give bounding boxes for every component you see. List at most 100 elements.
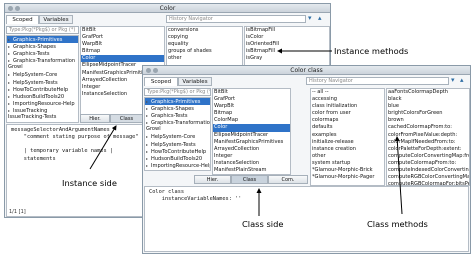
- method-item[interactable]: colorPaletteForDepth:extent:: [387, 146, 469, 153]
- class-item[interactable]: Integer: [213, 153, 290, 160]
- class-item[interactable]: ManifestPlainStream: [213, 167, 290, 174]
- package-item[interactable]: Growl: [7, 64, 78, 71]
- package-item[interactable]: IssueTracking-Tests: [7, 114, 78, 121]
- protocol-item[interactable]: defaults: [311, 124, 384, 131]
- package-item[interactable]: ▸ Graphics-Primitives: [7, 36, 78, 44]
- tab-variables[interactable]: Variables: [178, 77, 212, 86]
- package-item[interactable]: ▸ HudsonBuildTools20: [7, 93, 78, 100]
- class-item[interactable]: ManifestGraphicsPrimitives: [213, 139, 290, 146]
- class-side-toggle[interactable]: Class: [231, 175, 268, 184]
- class-item[interactable]: WarpBlt: [213, 103, 290, 110]
- method-list[interactable]: aaFontsColormapDepth black blue brightColor…: [386, 88, 470, 186]
- package-item[interactable]: ▸ HelpSystem-Tests: [7, 79, 78, 86]
- go-back-icon[interactable]: ▴: [460, 76, 464, 84]
- package-item[interactable]: ▸ Graphics-Primitives: [145, 98, 210, 106]
- tab-scoped[interactable]: Scoped: [144, 77, 178, 86]
- package-item[interactable]: ▸ Graphics-Transformation: [145, 119, 210, 126]
- class-item[interactable]: ArrayedCollection: [213, 146, 290, 153]
- method-item[interactable]: blue: [387, 103, 469, 110]
- go-forward-icon[interactable]: ▾: [308, 14, 312, 22]
- package-item[interactable]: ▸ HowToContributeHelp: [145, 148, 210, 155]
- protocol-item[interactable]: copying: [167, 34, 242, 41]
- method-source-editor[interactable]: messageSelectorAndArgumentNames "comment…: [6, 124, 145, 217]
- class-item[interactable]: Bitmap: [213, 110, 290, 117]
- class-item[interactable]: GrafPort: [81, 34, 164, 41]
- protocol-list[interactable]: -- all -- accessing class initialization co…: [310, 88, 385, 186]
- class-item[interactable]: ColorMap: [213, 117, 290, 124]
- method-list[interactable]: isBitmapFill isColor isOrientedFill isBitma…: [244, 26, 330, 67]
- method-item[interactable]: aaFontsColormapDepth: [387, 89, 469, 96]
- package-item[interactable]: ▸ ImportingResource-Help: [7, 100, 78, 107]
- title-bar[interactable]: Color: [5, 4, 330, 13]
- class-list[interactable]: BitBlt GrafPort WarpBlt Bitmap ColorMap Color…: [212, 88, 291, 175]
- package-filter-input[interactable]: Type:Pkg(*Pkg$) or Pkg (*): [144, 88, 211, 96]
- method-item[interactable]: isColor: [245, 34, 329, 41]
- package-item[interactable]: ▸ Graphics-Shapes: [7, 43, 78, 50]
- protocol-item[interactable]: initialize-release: [311, 139, 384, 146]
- class-item[interactable]: GrafPort: [213, 96, 290, 103]
- method-item[interactable]: isGray: [245, 55, 329, 62]
- protocol-item[interactable]: instance creation: [311, 146, 384, 153]
- tab-variables[interactable]: Variables: [39, 15, 73, 24]
- hierarchy-button[interactable]: Hier.: [80, 114, 110, 123]
- protocol-item[interactable]: -- all --: [311, 89, 384, 96]
- package-list[interactable]: ▸ Graphics-Primitives ▸ Graphics-Shapes ▸ Gra…: [6, 35, 79, 123]
- class-item[interactable]: EllipseMidpointTracer: [213, 132, 290, 139]
- package-item[interactable]: ▸ Graphics-Tests: [145, 112, 210, 119]
- protocol-item[interactable]: other: [167, 55, 242, 62]
- package-item[interactable]: ▸IssueTracking: [145, 169, 210, 171]
- tab-scoped[interactable]: Scoped: [6, 15, 39, 24]
- method-item[interactable]: brightColorsForGreen: [387, 110, 469, 117]
- protocol-list[interactable]: conversions copying equality groups of shad…: [166, 26, 243, 67]
- protocol-item[interactable]: accessing: [311, 96, 384, 103]
- package-item[interactable]: ▸ HelpSystem-Core: [7, 71, 78, 78]
- package-item[interactable]: ▸ HudsonBuildTools20: [145, 155, 210, 162]
- package-item[interactable]: ▸ ImportingResource-Help: [145, 162, 210, 169]
- history-navigator-input[interactable]: History Navigator: [166, 15, 306, 23]
- protocol-item[interactable]: conversions: [167, 27, 242, 34]
- protocol-item[interactable]: examples: [311, 132, 384, 139]
- method-item[interactable]: brown: [387, 117, 469, 124]
- package-item[interactable]: Growl: [145, 126, 210, 133]
- class-item[interactable]: BitBlt: [81, 27, 164, 34]
- package-item[interactable]: ▸ Graphics-Tests: [7, 50, 78, 57]
- comment-button[interactable]: Com.: [268, 175, 308, 184]
- class-item[interactable]: Color: [81, 55, 164, 63]
- history-navigator-input[interactable]: History Navigator: [306, 77, 449, 85]
- method-item[interactable]: isBitmapFill: [245, 48, 329, 55]
- package-item[interactable]: ▸IssueTracking: [7, 107, 78, 114]
- method-item[interactable]: colorFromPixelValue:depth:: [387, 132, 469, 139]
- method-item[interactable]: computeColorConvertingMap:from:: [387, 153, 469, 160]
- method-item[interactable]: computeIndexedColorConvertingMap: [387, 167, 469, 174]
- class-item[interactable]: InstanceSelection: [213, 160, 290, 167]
- protocol-item[interactable]: colormaps: [311, 117, 384, 124]
- class-item[interactable]: Bitmap: [81, 48, 164, 55]
- package-list[interactable]: ▸ Graphics-Primitives ▸ Graphics-Shapes ▸ Gra…: [144, 97, 211, 171]
- method-item[interactable]: computeColormapFrom:to:: [387, 160, 469, 167]
- class-item[interactable]: WarpBlt: [81, 41, 164, 48]
- protocol-item[interactable]: *Glamour-Morphic-Brick: [311, 167, 384, 174]
- method-item[interactable]: isBitmapFill: [245, 27, 329, 34]
- method-item[interactable]: computeRGBColorConvertingMap:to:: [387, 174, 469, 181]
- title-bar[interactable]: Color class: [143, 66, 470, 75]
- package-item[interactable]: ▸ HowToContributeHelp: [7, 86, 78, 93]
- protocol-item[interactable]: equality: [167, 41, 242, 48]
- package-filter-input[interactable]: Type:Pkg(*Pkg$) or Pkg (*): [6, 26, 79, 34]
- package-item[interactable]: ▸ HelpSystem-Core: [145, 133, 210, 140]
- protocol-item[interactable]: class initialization: [311, 103, 384, 110]
- protocol-item[interactable]: groups of shades: [167, 48, 242, 55]
- go-back-icon[interactable]: ▴: [318, 14, 322, 22]
- class-item[interactable]: Color: [213, 124, 290, 132]
- protocol-item[interactable]: *Glamour-Morphic-Pager: [311, 174, 384, 181]
- protocol-item[interactable]: system startup: [311, 160, 384, 167]
- package-item[interactable]: ▸ Graphics-Transformation: [7, 57, 78, 64]
- class-item[interactable]: BitBlt: [213, 89, 290, 96]
- hierarchy-button[interactable]: Hier.: [194, 175, 231, 184]
- protocol-item[interactable]: other: [311, 153, 384, 160]
- method-item[interactable]: cachedColormapFrom:to:: [387, 124, 469, 131]
- method-item[interactable]: black: [387, 96, 469, 103]
- package-item[interactable]: ▸ HelpSystem-Tests: [145, 141, 210, 148]
- go-forward-icon[interactable]: ▾: [451, 76, 455, 84]
- protocol-item[interactable]: color from user: [311, 110, 384, 117]
- method-item[interactable]: isOrientedFill: [245, 41, 329, 48]
